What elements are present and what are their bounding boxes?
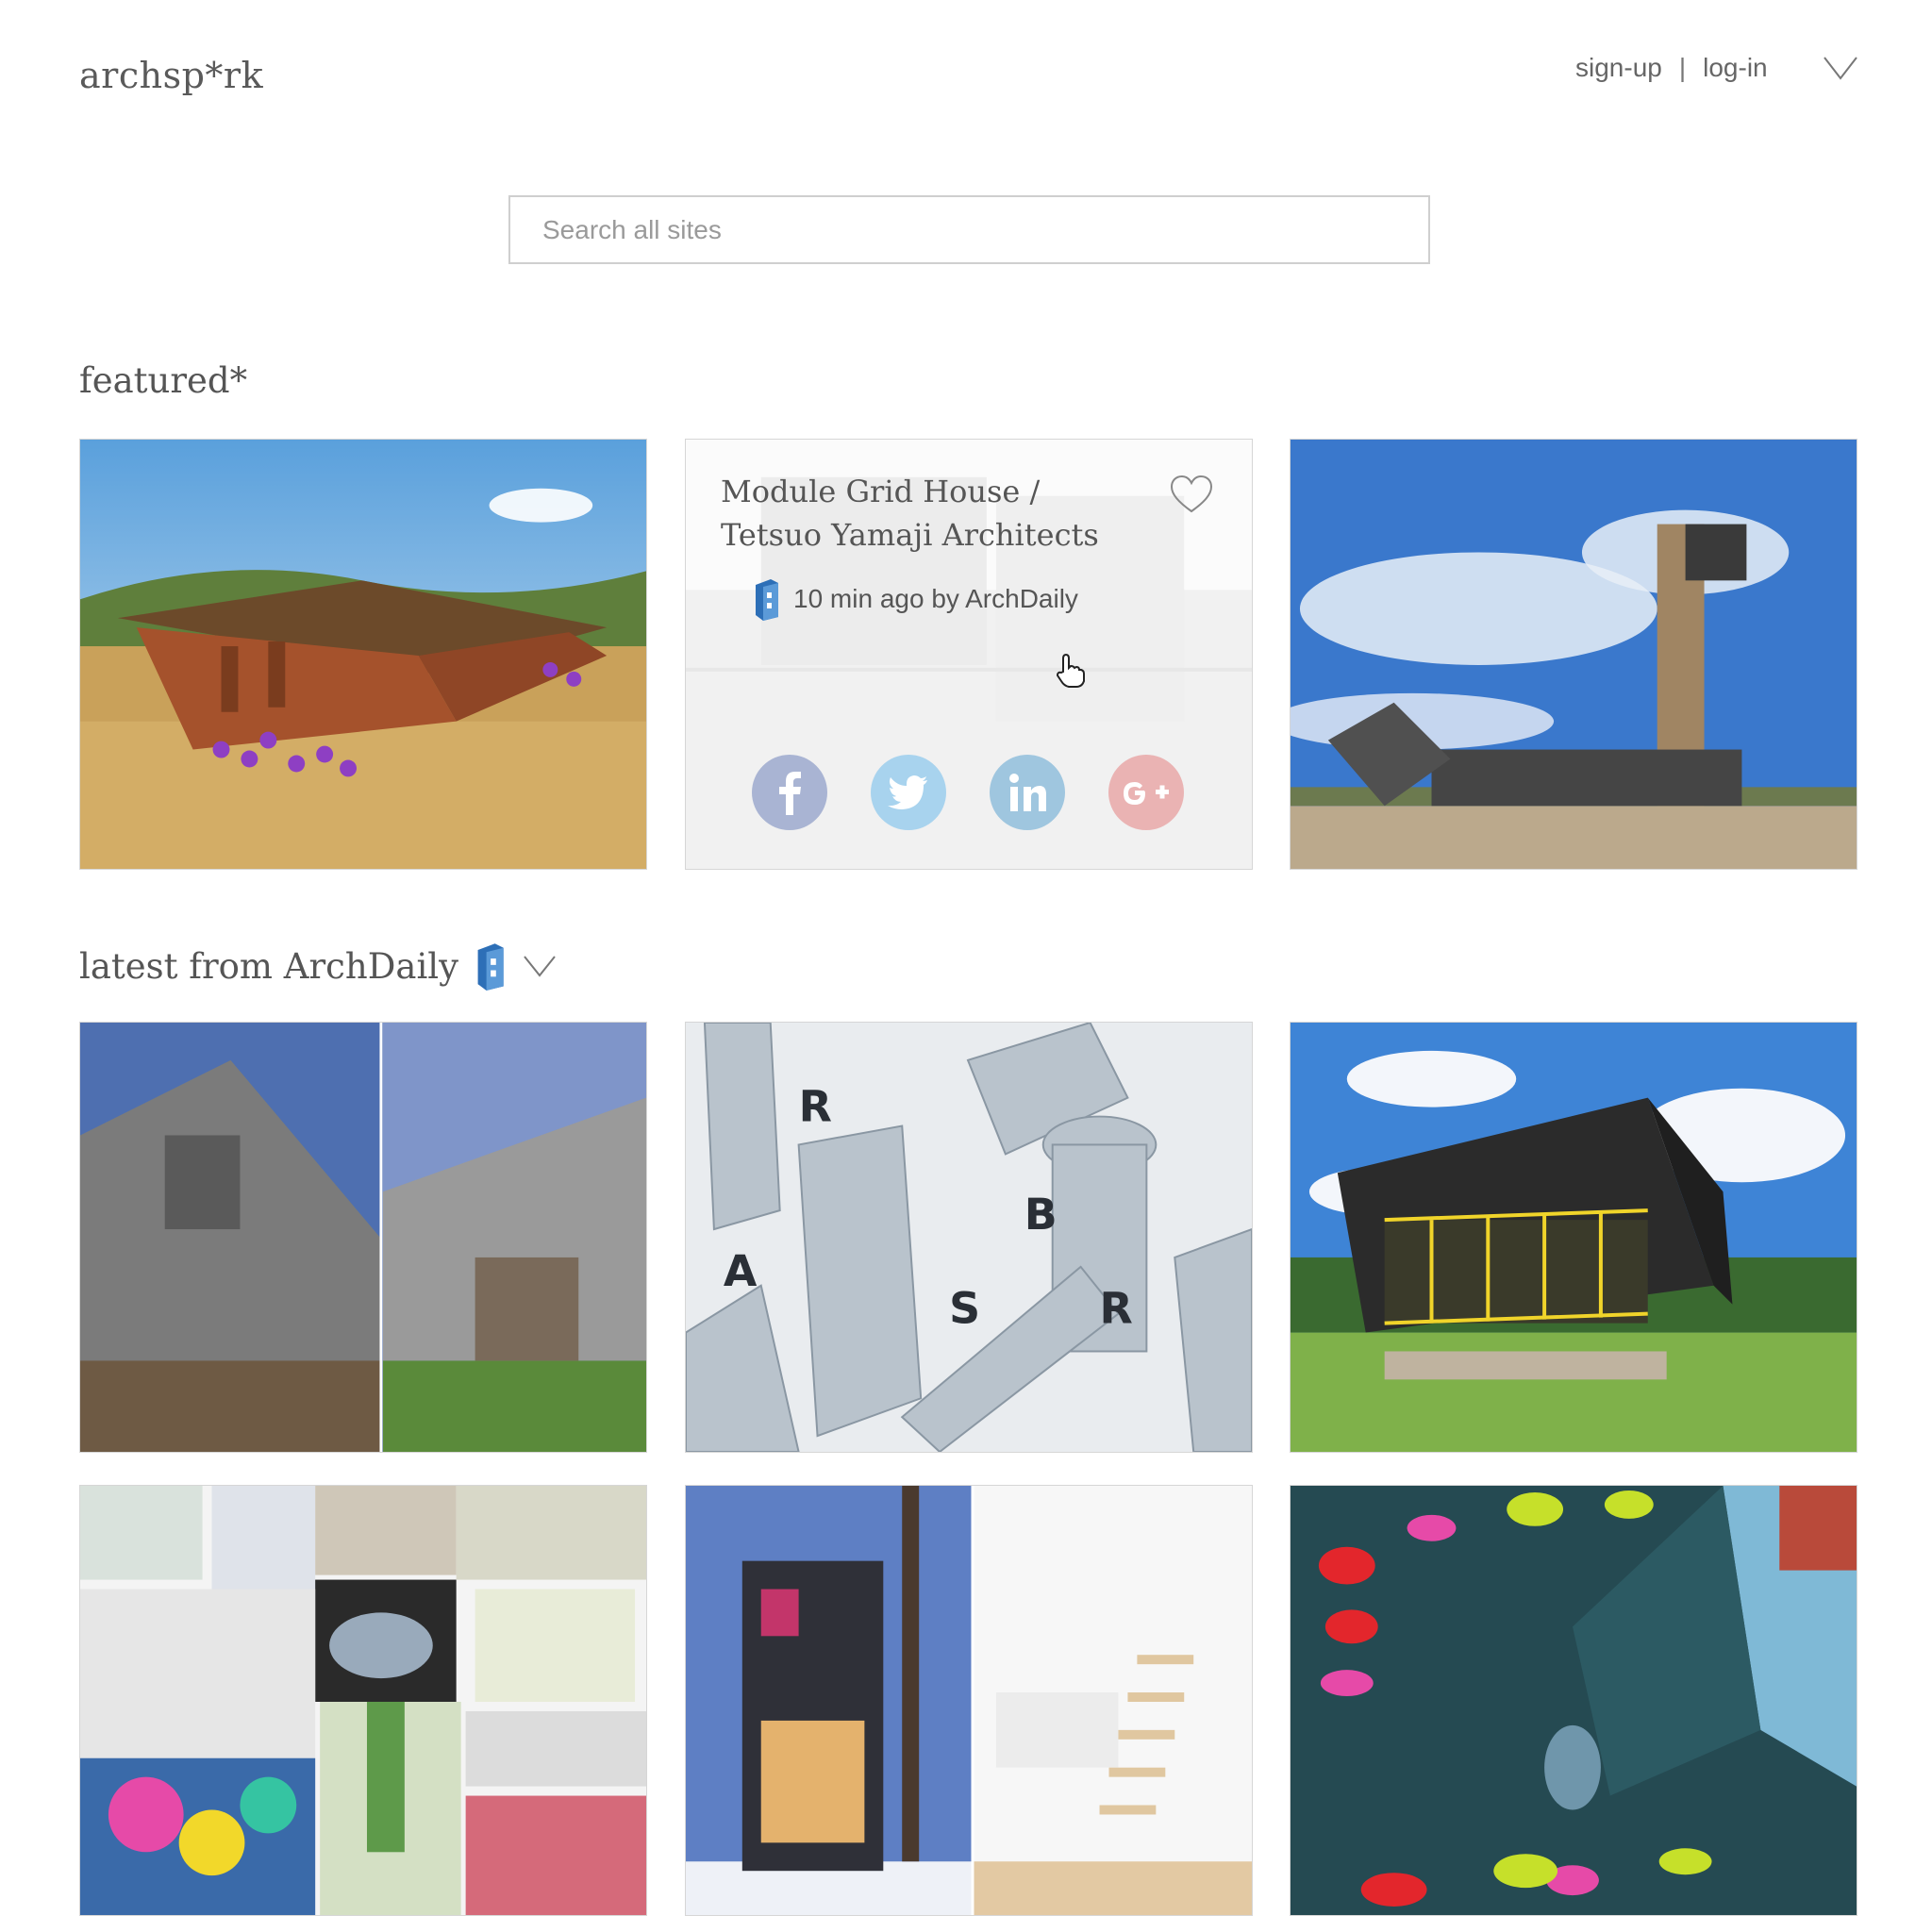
svg-text:B: B: [1024, 1189, 1058, 1240]
featured-heading: featured*: [79, 360, 248, 401]
featured-photo-1: [80, 440, 646, 869]
site-logo[interactable]: archsp*rk: [79, 55, 263, 96]
google-plus-share-button[interactable]: [1108, 755, 1184, 830]
facebook-share-button[interactable]: [752, 755, 827, 830]
card-title[interactable]: Module Grid House / Tetsuo Yamaji Archit…: [721, 470, 1136, 557]
featured-article-card[interactable]: Module Grid House / Tetsuo Yamaji Archit…: [685, 439, 1253, 870]
svg-text:R: R: [1100, 1283, 1133, 1334]
menu-chevron-down-icon[interactable]: [1823, 55, 1858, 81]
card-meta: 10 min ago by ArchDaily: [752, 577, 1078, 621]
latest-photo-4: [80, 1486, 646, 1915]
latest-photo-3: [1291, 1023, 1857, 1452]
source-chevron-down-icon[interactable]: [523, 954, 557, 978]
archdaily-logo-icon: [477, 943, 504, 991]
heart-icon[interactable]: [1169, 474, 1214, 515]
latest-image-5[interactable]: [685, 1485, 1253, 1916]
twitter-icon: [871, 755, 946, 830]
latest-image-4[interactable]: [79, 1485, 647, 1916]
latest-image-2[interactable]: RBA SR: [685, 1022, 1253, 1453]
card-meta-text: 10 min ago by ArchDaily: [793, 584, 1078, 613]
linkedin-icon: [990, 755, 1065, 830]
latest-image-3[interactable]: [1290, 1022, 1857, 1453]
svg-text:S: S: [949, 1283, 980, 1334]
latest-photo-5: [686, 1486, 1252, 1915]
linkedin-share-button[interactable]: [990, 755, 1065, 830]
latest-heading-text: latest from ArchDaily: [79, 945, 459, 987]
twitter-share-button[interactable]: [871, 755, 946, 830]
login-link[interactable]: log-in: [1703, 53, 1767, 83]
featured-image-1[interactable]: [79, 439, 647, 870]
google-plus-icon: [1108, 755, 1184, 830]
svg-text:A: A: [724, 1245, 758, 1296]
svg-text:R: R: [799, 1081, 832, 1132]
archdaily-logo-icon: [756, 579, 778, 621]
facebook-icon: [752, 755, 827, 830]
latest-heading: latest from ArchDaily: [79, 941, 557, 991]
latest-photo-2: RBA SR: [686, 1023, 1252, 1452]
auth-links: sign-up | log-in: [1575, 53, 1768, 83]
search-input[interactable]: [508, 195, 1430, 264]
latest-photo-6: [1291, 1486, 1857, 1915]
featured-photo-3: [1291, 440, 1857, 869]
share-buttons: [752, 755, 1184, 830]
signup-link[interactable]: sign-up: [1575, 53, 1662, 83]
latest-photo-1: [80, 1023, 646, 1452]
latest-image-1[interactable]: [79, 1022, 647, 1453]
auth-separator: |: [1678, 53, 1687, 82]
hand-cursor-icon: [1056, 653, 1085, 688]
featured-image-3[interactable]: [1290, 439, 1857, 870]
latest-image-6[interactable]: [1290, 1485, 1857, 1916]
